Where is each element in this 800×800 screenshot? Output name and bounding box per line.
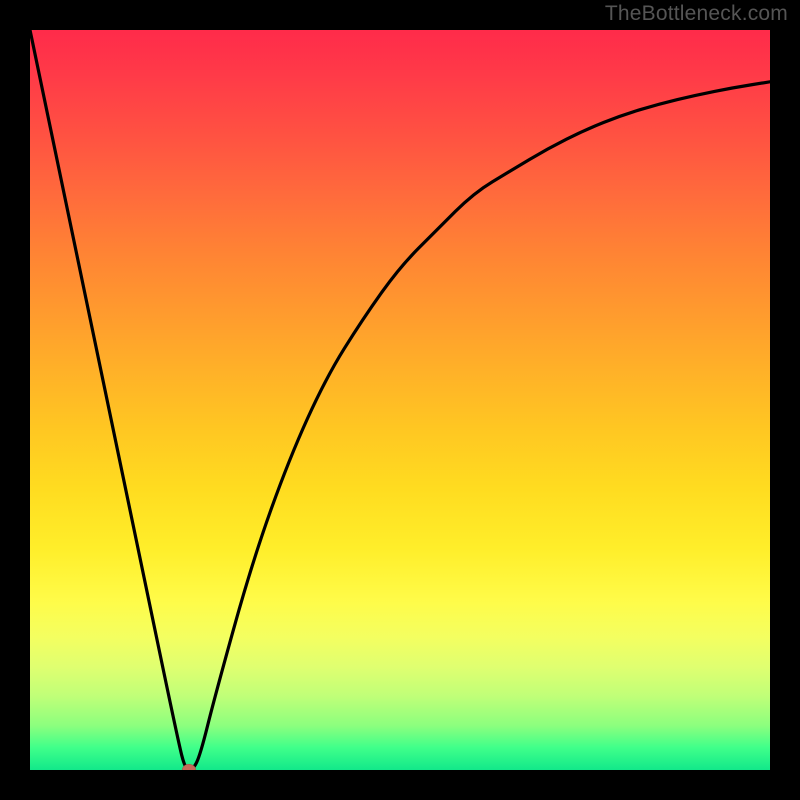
optimal-point-marker [182,764,196,770]
plot-area [30,30,770,770]
watermark-text: TheBottleneck.com [605,2,788,26]
bottleneck-curve [30,30,770,770]
chart-frame: TheBottleneck.com [0,0,800,800]
